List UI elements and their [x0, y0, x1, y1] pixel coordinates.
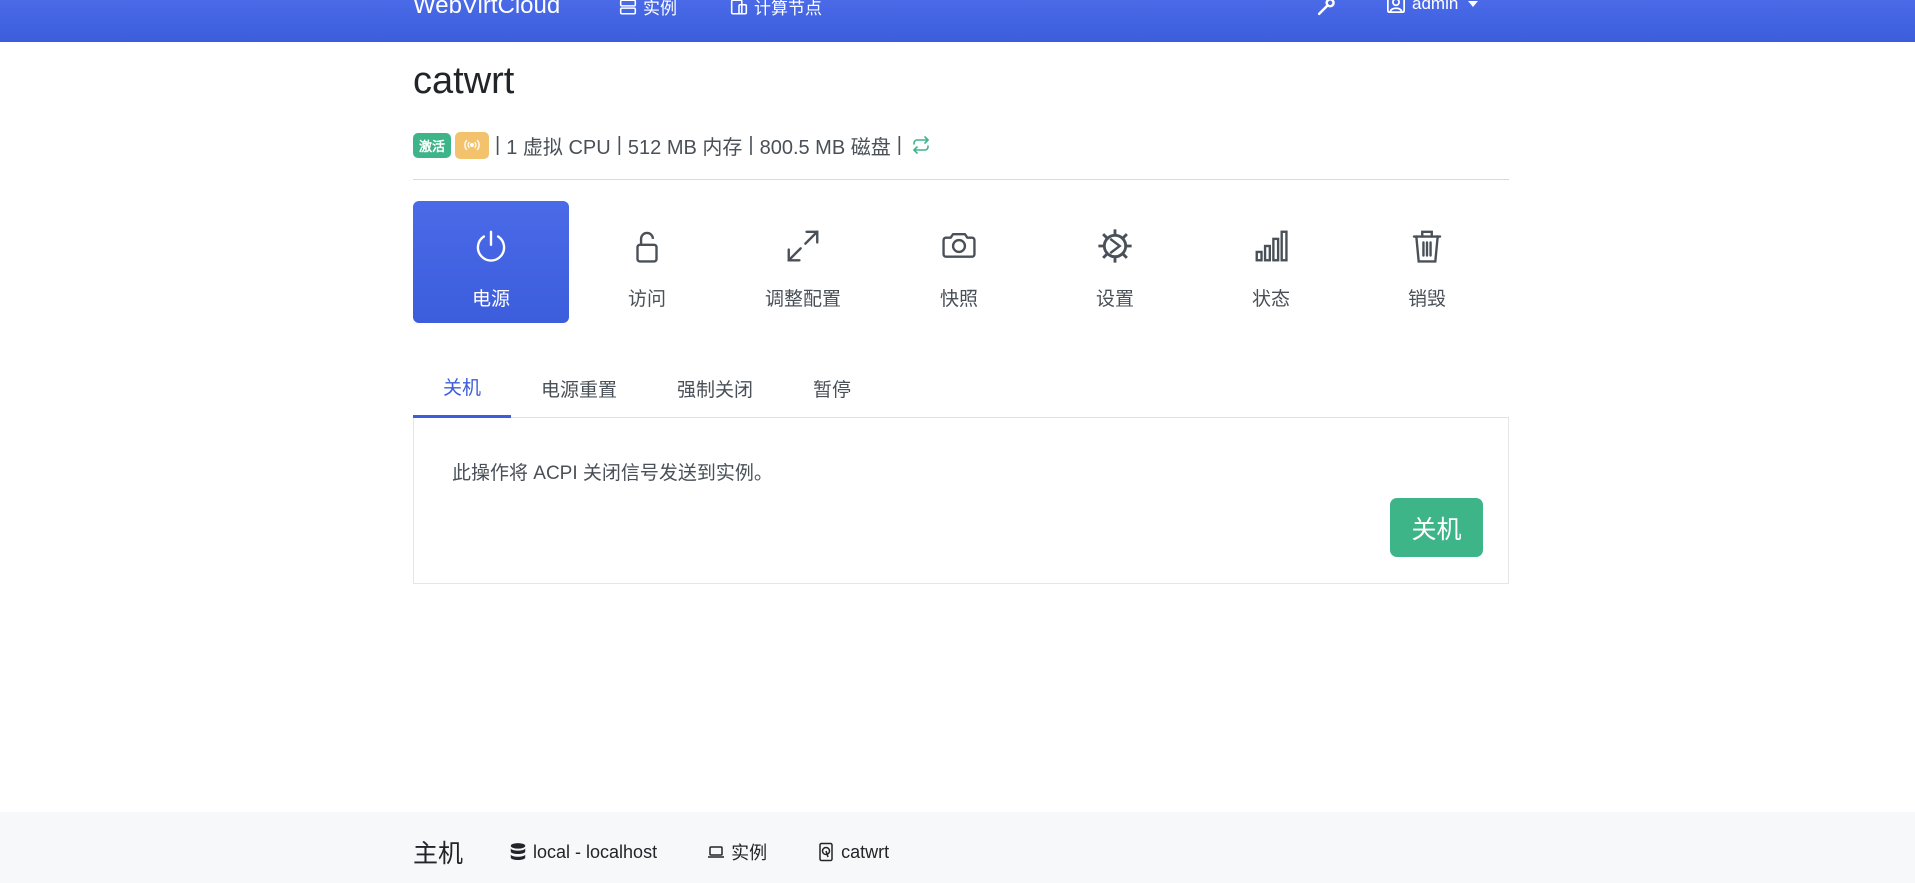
- chevron-down-icon: [1468, 1, 1479, 7]
- brand-logo[interactable]: WebVirtCloud: [413, 0, 560, 20]
- trash-icon: [1412, 230, 1442, 263]
- devices-icon: [730, 0, 748, 15]
- footer-breadcrumb: 主机 local - localhost 实例 catwrt: [0, 812, 1915, 883]
- shutdown-button[interactable]: 关机: [1390, 498, 1483, 557]
- tile-resize[interactable]: 调整配置: [725, 201, 881, 323]
- laptop-icon: [708, 846, 725, 858]
- gear-icon: [1098, 229, 1132, 263]
- server-icon: [619, 0, 637, 15]
- tile-snapshot[interactable]: 快照: [881, 201, 1037, 323]
- disk-info: 800.5 MB 磁盘: [759, 136, 891, 159]
- camera-icon: [942, 232, 976, 258]
- tile-label: 电源: [471, 289, 510, 310]
- separator: |: [495, 133, 501, 156]
- instance-info: 激活 | 1 虚拟 CPU | 512 MB 内存 | 800.5 MB 磁盘 …: [413, 131, 932, 159]
- tile-settings[interactable]: 设置: [1037, 201, 1193, 323]
- nav-nodes-label: 计算节点: [754, 0, 822, 18]
- crumb-label: 实例: [731, 843, 768, 863]
- database-icon: [510, 843, 526, 861]
- user-icon: [1387, 0, 1405, 13]
- tab-force-off[interactable]: 强制关闭: [647, 358, 783, 418]
- tab-suspend[interactable]: 暂停: [783, 358, 881, 418]
- tile-label: 设置: [1095, 289, 1134, 310]
- crumb-label: local - localhost: [533, 841, 658, 862]
- nav-instances[interactable]: 实例: [619, 0, 677, 19]
- separator: |: [896, 133, 902, 156]
- tab-power-reset[interactable]: 电源重置: [511, 358, 647, 418]
- tile-label: 快照: [939, 289, 978, 310]
- user-menu[interactable]: admin: [1386, 0, 1479, 14]
- vcpu-info: 1 虚拟 CPU: [506, 136, 611, 159]
- breadcrumb: 主机 local - localhost 实例 catwrt: [413, 834, 939, 870]
- lock-icon: [636, 231, 658, 263]
- tile-destroy[interactable]: 销毁: [1349, 201, 1505, 323]
- refresh-button[interactable]: [910, 136, 932, 154]
- panel-description: 此操作将 ACPI 关闭信号发送到实例。: [452, 463, 773, 484]
- instance-icon: [819, 842, 833, 862]
- tile-status[interactable]: 状态: [1193, 201, 1349, 323]
- bar-chart-icon: [1255, 230, 1288, 262]
- power-tabs: 关机 电源重置 强制关闭 暂停: [413, 358, 1509, 418]
- wrench-icon: [1317, 0, 1335, 16]
- crumb-label: catwrt: [841, 841, 890, 862]
- divider: [413, 179, 1509, 180]
- separator: |: [748, 133, 754, 156]
- crumb-host-link[interactable]: local - localhost: [509, 842, 657, 863]
- action-tiles: 电源 访问 调整配置 快照 设置 状态 销毁: [413, 201, 1509, 323]
- tile-access[interactable]: 访问: [569, 201, 725, 323]
- tile-label: 访问: [627, 289, 666, 310]
- resize-icon: [787, 230, 819, 262]
- tile-label: 调整配置: [764, 289, 841, 310]
- tile-label: 状态: [1251, 289, 1290, 310]
- user-name: admin: [1412, 0, 1459, 13]
- autostart-badge: [455, 131, 490, 159]
- crumb-instances-link[interactable]: 实例: [707, 839, 767, 865]
- tab-panel: 此操作将 ACPI 关闭信号发送到实例。 关机: [413, 418, 1509, 584]
- page-title: catwrt: [413, 60, 515, 102]
- nav-compute-nodes[interactable]: 计算节点: [730, 0, 822, 19]
- memory-info: 512 MB 内存: [627, 136, 743, 159]
- power-icon: [476, 230, 506, 262]
- nav-tools[interactable]: [1315, 0, 1337, 23]
- host-label: 主机: [413, 840, 464, 868]
- separator: |: [616, 133, 622, 156]
- refresh-icon: [913, 136, 929, 154]
- crumb-instance-link[interactable]: catwrt: [817, 842, 889, 863]
- status-badge: 激活: [413, 132, 452, 158]
- tile-label: 销毁: [1407, 289, 1446, 310]
- tile-power[interactable]: 电源: [413, 201, 569, 323]
- broadcast-icon: [464, 139, 480, 151]
- tab-shutdown[interactable]: 关机: [413, 358, 512, 418]
- nav-instances-label: 实例: [643, 0, 677, 18]
- top-navbar: WebVirtCloud 实例 计算节点 admin: [0, 0, 1915, 42]
